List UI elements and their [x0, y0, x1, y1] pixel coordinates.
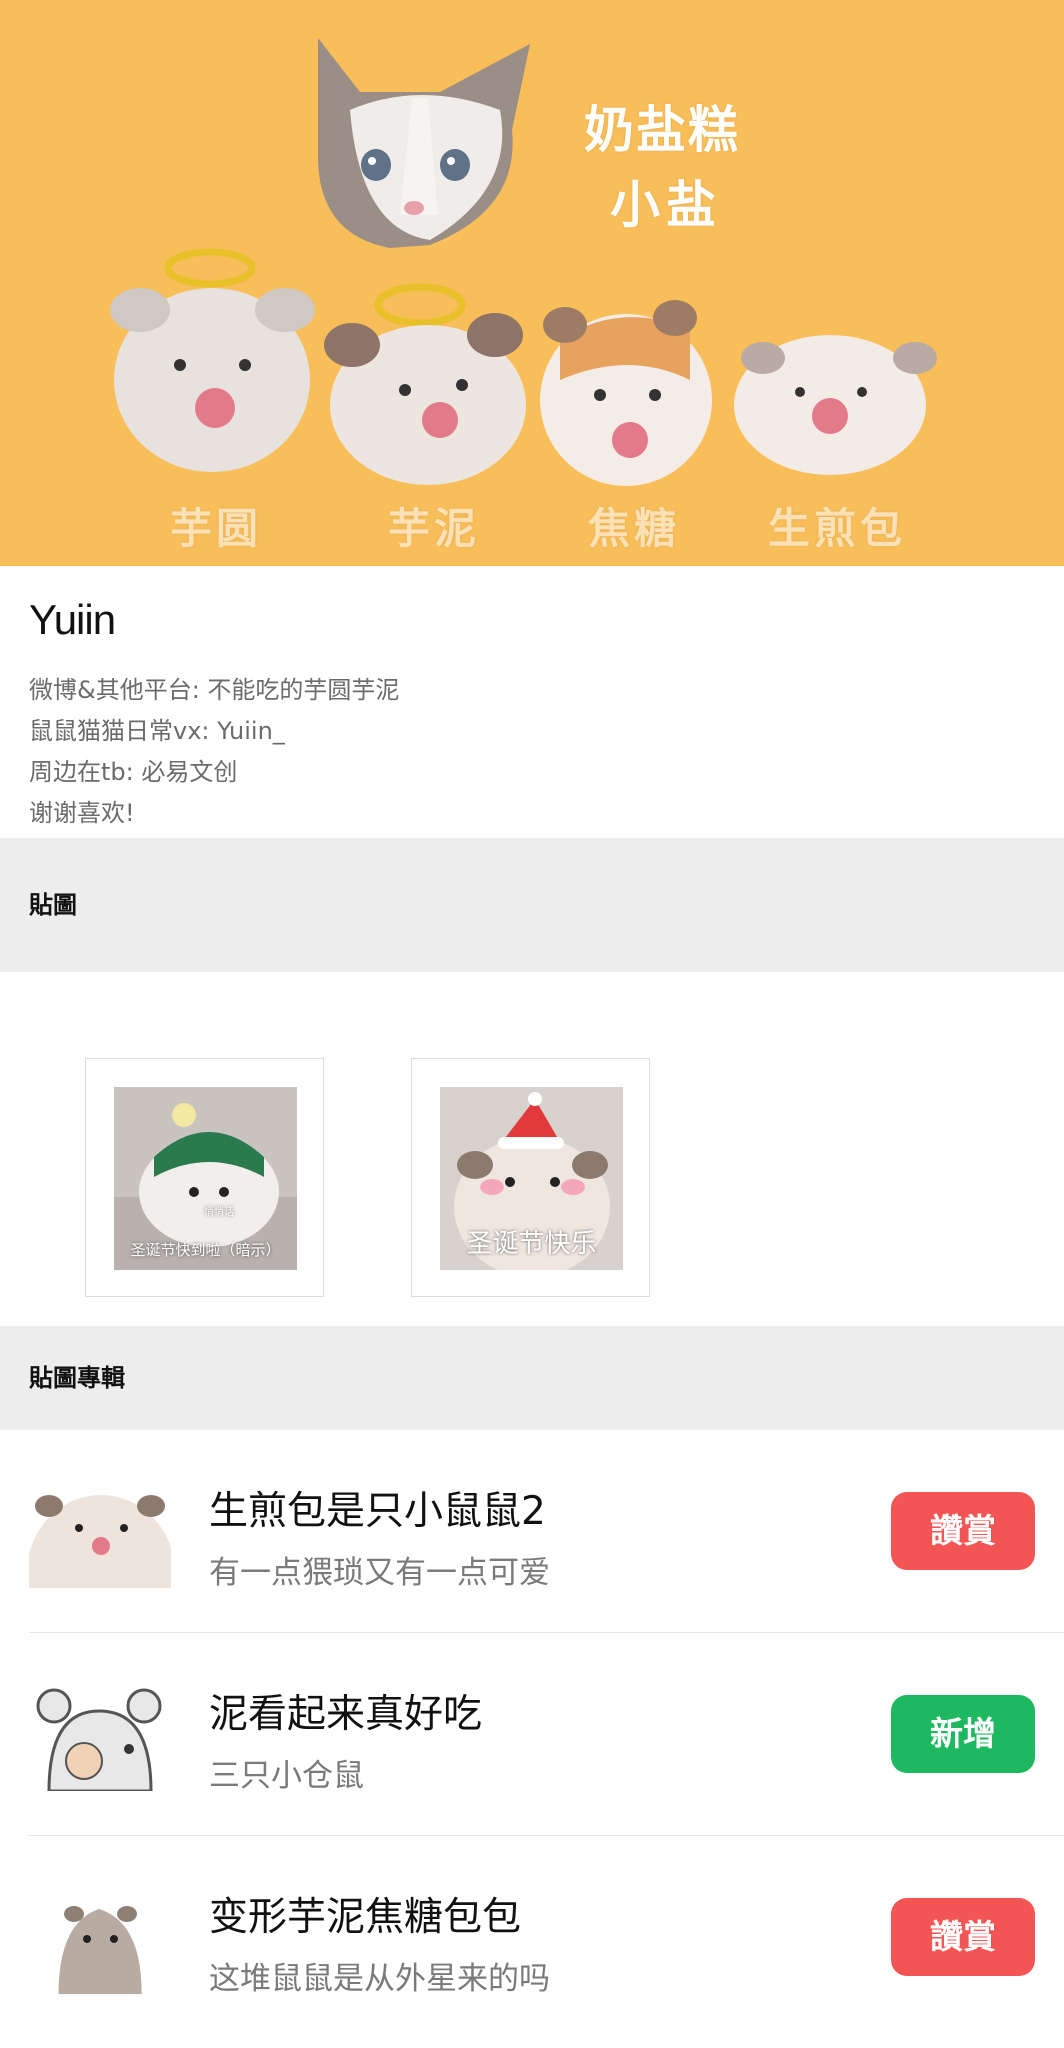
album-title: 泥看起来真好吃: [209, 1692, 483, 1737]
sticker-image: 圣诞节快乐: [440, 1087, 623, 1270]
album-title: 生煎包是只小鼠鼠2: [209, 1489, 546, 1534]
album-subtitle: 有一点猥琐又有一点可爱: [209, 1555, 550, 1591]
sticker-card[interactable]: 悄悄话 圣诞节快到啦（暗示）: [85, 1058, 324, 1297]
banner-title-line1: 奶盐糕: [584, 101, 740, 159]
hamster-yuyuan-image: [110, 248, 315, 472]
banner-illustration: [110, 38, 937, 486]
stickers-section-header: 貼圖: [0, 838, 1064, 972]
profile-bio-line: 微博&其他平台: 不能吃的芋圆芋泥: [29, 676, 400, 704]
hamster-jiaotang-image: [540, 300, 712, 486]
profile-name: Yuiin: [29, 596, 116, 643]
sticker-caption: 圣诞节快到啦（暗示）: [130, 1241, 281, 1259]
reward-button[interactable]: 讚賞: [891, 1898, 1035, 1976]
profile-info: Yuiin 微博&其他平台: 不能吃的芋圆芋泥 鼠鼠猫猫日常vx: Yuiin_…: [0, 566, 1064, 838]
sticker-card[interactable]: 圣诞节快乐: [411, 1058, 650, 1297]
album-thumbnail: [29, 1478, 171, 1588]
banner-title-line2: 小盐: [610, 176, 722, 234]
profile-bio-line: 鼠鼠猫猫日常vx: Yuiin_: [29, 717, 285, 745]
banner-hamster-name: 焦糖: [588, 504, 681, 553]
albums-section-header: 貼圖專輯: [0, 1326, 1064, 1430]
profile-banner: 奶盐糕 小盐 芋圆 芋泥 焦糖 生煎包: [0, 0, 1064, 566]
album-title: 变形芋泥焦糖包包: [209, 1895, 522, 1940]
add-button[interactable]: 新增: [891, 1695, 1035, 1773]
cat-image: [318, 38, 530, 248]
hamster-yuni-image: [324, 283, 526, 485]
banner-hamster-name: 芋圆: [170, 504, 263, 553]
sticker-image: 悄悄话 圣诞节快到啦（暗示）: [114, 1087, 297, 1270]
banner-hamster-name: 生煎包: [768, 504, 907, 553]
album-thumbnail: [29, 1681, 171, 1791]
album-item[interactable]: 变形芋泥焦糖包包 这堆鼠鼠是从外星来的吗 讚賞: [0, 1836, 1064, 2039]
album-thumbnail: [29, 1884, 171, 1994]
album-subtitle: 这堆鼠鼠是从外星来的吗: [209, 1961, 550, 1997]
album-item[interactable]: 泥看起来真好吃 三只小仓鼠 新增: [0, 1633, 1064, 1836]
reward-button[interactable]: 讚賞: [891, 1492, 1035, 1570]
sticker-small-text: 悄悄话: [204, 1207, 234, 1218]
sticker-caption: 圣诞节快乐: [466, 1229, 597, 1259]
album-item[interactable]: 生煎包是只小鼠鼠2 有一点猥琐又有一点可爱 讚賞: [0, 1430, 1064, 1633]
hamster-shengjianbao-image: [734, 335, 937, 475]
album-subtitle: 三只小仓鼠: [209, 1758, 364, 1794]
profile-bio-line: 周边在tb: 必易文创: [29, 758, 238, 786]
profile-bio-line: 谢谢喜欢!: [29, 799, 135, 827]
sticker-grid: 悄悄话 圣诞节快到啦（暗示） 圣诞节快乐: [0, 972, 1064, 1326]
banner-hamster-name: 芋泥: [388, 504, 481, 553]
